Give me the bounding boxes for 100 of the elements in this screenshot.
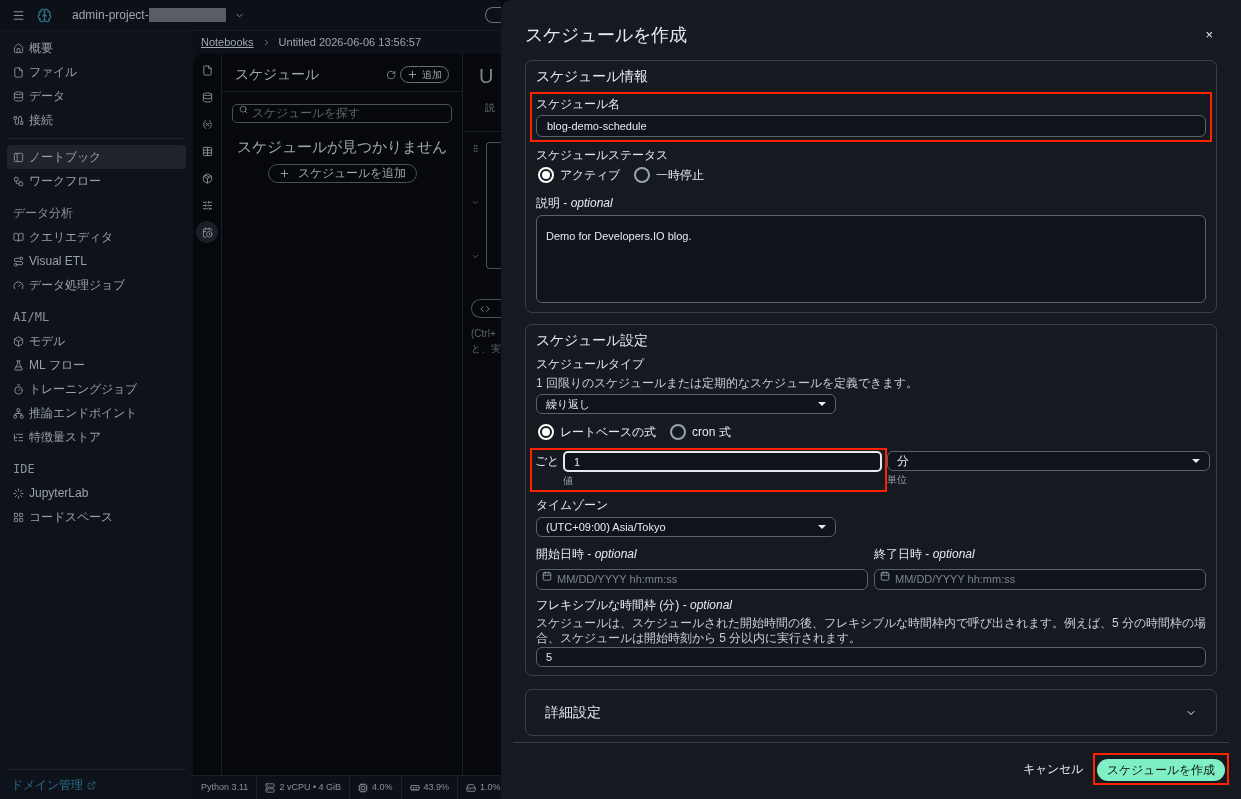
field-caption: 単位 <box>887 473 908 487</box>
home-icon <box>13 42 24 54</box>
search-field[interactable]: スケジュールを探す <box>232 103 452 123</box>
radio-button[interactable] <box>634 167 650 183</box>
list-icon <box>13 431 24 443</box>
code-icon <box>480 303 490 314</box>
cube-icon <box>13 335 24 347</box>
breadcrumb-link[interactable]: Notebooks <box>201 34 254 51</box>
field-label: スケジュールタイプ <box>536 356 646 373</box>
cancel-button[interactable]: キャンセル <box>1021 760 1085 778</box>
sidebar-item[interactable]: ノートブック <box>7 145 186 169</box>
advanced-accordion[interactable]: 詳細設定 <box>525 689 1217 736</box>
close-button[interactable]: × <box>1205 25 1213 45</box>
route-icon <box>13 255 24 267</box>
status-item: 4.0% <box>350 776 402 799</box>
sidebar-item[interactable]: クエリエディタ <box>7 225 186 249</box>
sidebar-item[interactable]: 推論エンドポイント <box>7 401 186 425</box>
status-item: 43.9% <box>401 776 459 799</box>
sidebar-item[interactable]: ファイル <box>7 60 186 84</box>
server-icon <box>265 782 276 793</box>
menu-icon[interactable] <box>12 8 25 22</box>
notebook-subtitle: 説 <box>485 101 495 115</box>
field-caption: 値 <box>563 474 574 488</box>
field-label: 説明 - optional <box>536 195 614 212</box>
sidebar-item[interactable]: モデル <box>7 329 186 353</box>
plus-icon <box>278 167 290 179</box>
grid-icon <box>13 511 24 523</box>
refresh-icon[interactable] <box>386 69 396 80</box>
package-icon <box>201 172 213 184</box>
field-label: フレキシブルな時間枠 (分) - optional <box>536 597 734 614</box>
create-button[interactable]: スケジュールを作成 <box>1097 759 1225 781</box>
radio-button[interactable] <box>670 424 686 440</box>
calendar-icon <box>542 571 552 581</box>
field-description: スケジュールは、スケジュールされた開始時間の後、フレキシブルな時間枠内で呼び出されます。例えば、5 分の時間枠の場合、スケジュールは開始時刻から 5 分以内に実行されます。 <box>536 616 1206 646</box>
radio-label: 一時停止 <box>656 167 704 184</box>
hint-text: と、実 <box>471 342 501 356</box>
date-field[interactable]: MM/DD/YYYY hh:mm:ss <box>536 568 868 590</box>
dialog-title: スケジュールを作成 <box>525 23 687 47</box>
caret-icon <box>818 402 826 406</box>
file-icon <box>201 64 213 76</box>
rail-button[interactable] <box>196 221 218 243</box>
empty-message: スケジュールが見つかりません <box>236 137 448 157</box>
status-item: Python 3.11 <box>193 776 258 799</box>
breadcrumb-text: Untitled 2026-06-06 13:56:57 <box>278 35 422 51</box>
sliders-icon <box>201 199 213 211</box>
plus-icon <box>407 69 418 80</box>
caret-icon <box>1192 459 1200 463</box>
name-field[interactable]: blog-demo-schedule <box>536 115 1206 137</box>
sidebar-item[interactable]: JupyterLab <box>7 481 186 505</box>
sidebar-item[interactable]: ML フロー <box>7 353 186 377</box>
grip-icon <box>471 144 480 153</box>
section-title: スケジュール情報 <box>535 67 649 86</box>
cable-icon <box>13 114 24 126</box>
description-field[interactable]: Demo for Developers.IO blog. <box>536 215 1206 303</box>
timezone-select[interactable]: (UTC+09:00) Asia/Tokyo <box>536 517 836 537</box>
sidebar-item[interactable]: コードスペース <box>7 505 186 529</box>
schedule-type-select[interactable]: 繰り返し <box>536 394 836 414</box>
database-icon <box>201 91 213 103</box>
memory-icon <box>409 782 420 793</box>
external-link-icon <box>87 780 96 790</box>
sidebar-item[interactable]: トレーニングジョブ <box>7 377 186 401</box>
sidebar-item[interactable]: ワークフロー <box>7 169 186 193</box>
sidebar-item[interactable]: Visual ETL <box>7 249 186 273</box>
file-icon <box>13 66 24 78</box>
search-icon <box>239 105 248 114</box>
rate-value-field[interactable]: 1 <box>563 451 882 472</box>
field-label: 開始日時 - optional <box>536 546 638 563</box>
sidebar-item[interactable]: データ <box>7 84 186 108</box>
sidebar-item[interactable]: 概要 <box>7 36 186 60</box>
field-label: スケジュールステータス <box>536 147 669 164</box>
workflow-icon <box>13 175 24 187</box>
flex-window-field[interactable]: 5 <box>536 647 1206 667</box>
sidebar-item[interactable]: 特徴量ストア <box>7 425 186 449</box>
loader-icon <box>13 487 24 499</box>
table-icon <box>201 145 213 157</box>
date-field[interactable]: MM/DD/YYYY hh:mm:ss <box>874 568 1206 590</box>
radio-label: アクティブ <box>560 167 620 184</box>
sidebar-item[interactable]: 接続 <box>7 108 186 132</box>
notebook-title: U <box>479 66 494 86</box>
sidebar-item[interactable]: データ処理ジョブ <box>7 273 186 297</box>
hint-text: (Ctrl+ <box>471 327 497 341</box>
network-icon <box>13 407 24 419</box>
field-hint: 1 回限りのスケジュールまたは定期的なスケジュールを定義できます。 <box>536 375 919 392</box>
panel-title: スケジュール <box>235 65 319 84</box>
field-label: 終了日時 - optional <box>874 546 976 563</box>
section-heading: データ分析 <box>12 205 74 222</box>
chevron-icon <box>471 252 480 261</box>
panel-icon <box>13 151 24 163</box>
brain-icon <box>37 7 52 23</box>
status-item: 2 vCPU • 4 GiB <box>257 776 351 799</box>
section-title: スケジュール設定 <box>535 331 649 350</box>
flask-icon <box>13 359 24 371</box>
book-icon <box>13 231 24 243</box>
project-selector[interactable]: admin-project- <box>72 6 245 24</box>
field-label: タイムゾーン <box>536 497 609 514</box>
field-label: スケジュール名 <box>536 96 621 113</box>
chevron-icon <box>471 198 480 207</box>
radio-label: レートベースの式 <box>560 424 656 441</box>
unit-select[interactable]: 分 <box>887 451 1210 471</box>
radio-label: cron 式 <box>692 424 731 441</box>
